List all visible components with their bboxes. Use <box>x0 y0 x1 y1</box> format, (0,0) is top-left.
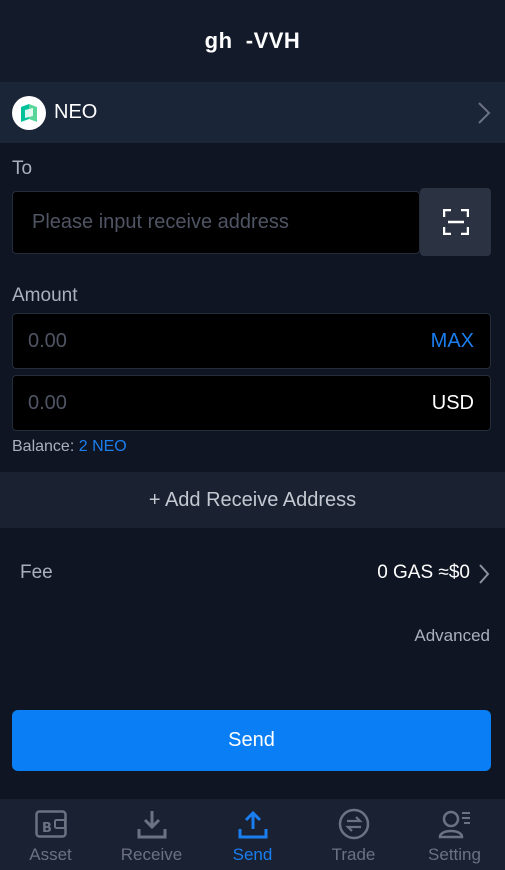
user-settings-icon <box>438 807 472 841</box>
tab-trade[interactable]: Trade <box>303 799 404 870</box>
amount-label: Amount <box>12 285 78 306</box>
balance-label: Balance: <box>12 438 75 455</box>
tab-receive-label: Receive <box>120 845 183 864</box>
asset-name: NEO <box>54 101 98 123</box>
balance-line: Balance: 2 NEO <box>12 438 127 456</box>
amount-placeholder: 0.00 <box>28 329 67 352</box>
max-button[interactable]: MAX <box>431 330 474 353</box>
add-receive-address-label: + Add Receive Address <box>148 488 357 511</box>
neo-logo-icon <box>12 95 46 130</box>
send-button[interactable]: Send <box>12 710 491 771</box>
asset-selector[interactable]: NEO <box>0 82 505 143</box>
scan-icon <box>442 209 469 235</box>
top-bar: gh -VVH <box>0 0 505 82</box>
fiat-amount-input[interactable]: 0.00 USD <box>12 375 491 431</box>
scan-qr-button[interactable] <box>420 188 491 256</box>
tab-receive[interactable]: Receive <box>101 799 202 870</box>
advanced-link[interactable]: Advanced <box>414 626 490 646</box>
fee-value[interactable]: 0 GAS ≈$0 <box>377 562 470 584</box>
balance-value: 2 NEO <box>78 438 127 455</box>
wallet-icon: B <box>34 807 67 841</box>
exchange-icon <box>338 807 370 841</box>
chevron-right-icon <box>477 101 491 130</box>
upload-icon <box>238 807 268 841</box>
tab-setting-label: Setting <box>428 845 481 864</box>
tab-setting[interactable]: Setting <box>404 799 505 870</box>
chevron-right-icon[interactable] <box>478 563 490 590</box>
wallet-title: gh -VVH <box>204 28 301 53</box>
fiat-amount-placeholder: 0.00 <box>28 391 67 414</box>
tab-trade-label: Trade <box>331 845 376 864</box>
add-receive-address-button[interactable]: + Add Receive Address <box>0 472 505 528</box>
download-icon <box>137 807 167 841</box>
tab-send[interactable]: Send <box>202 799 303 870</box>
receive-address-placeholder: Please input receive address <box>32 211 289 233</box>
bottom-tab-bar: B Asset Receive Send Trade Setting <box>0 799 505 870</box>
fee-label: Fee <box>20 562 53 583</box>
tab-asset-label: Asset <box>29 845 72 864</box>
tab-send-label: Send <box>232 845 273 864</box>
fiat-unit: USD <box>431 391 474 414</box>
svg-text:B: B <box>42 821 52 836</box>
amount-input[interactable]: 0.00 MAX <box>12 313 491 369</box>
receive-address-input[interactable]: Please input receive address <box>12 191 420 254</box>
tab-asset[interactable]: B Asset <box>0 799 101 870</box>
send-button-label: Send <box>228 729 275 751</box>
to-label: To <box>12 158 33 179</box>
